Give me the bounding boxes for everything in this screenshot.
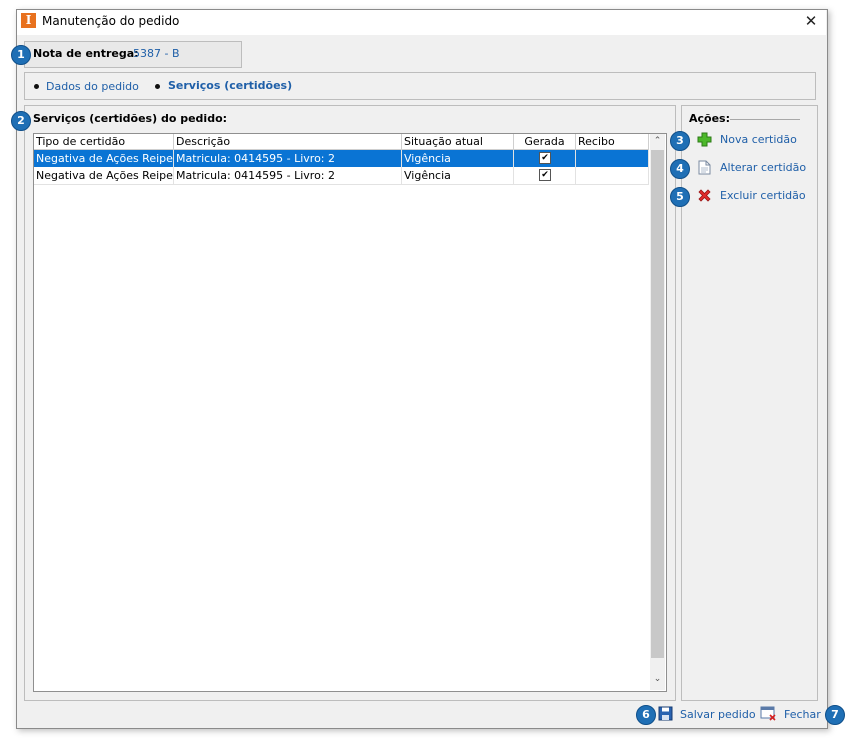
close-window-icon[interactable] (760, 706, 777, 721)
plus-icon[interactable] (697, 132, 712, 147)
excluir-certidao-link[interactable]: Excluir certidão (720, 189, 806, 202)
services-title: Serviços (certidões) do pedido: (33, 112, 228, 125)
save-disk-icon[interactable] (658, 706, 673, 721)
gerada-checkbox[interactable]: ✔ (539, 152, 551, 164)
badge-6: 6 (636, 705, 656, 725)
document-icon[interactable] (698, 160, 711, 175)
cell-situacao: Vigência (402, 167, 514, 184)
actions-title: Ações: (689, 112, 730, 125)
window-title: Manutenção do pedido (42, 14, 180, 28)
column-header-situacao[interactable]: Situação atual (402, 134, 514, 149)
column-header-tipo[interactable]: Tipo de certidão (34, 134, 174, 149)
services-grid[interactable] (33, 133, 667, 692)
alterar-certidao-link[interactable]: Alterar certidão (720, 161, 806, 174)
actions-divider (730, 119, 800, 120)
note-label: Nota de entrega: (33, 47, 139, 60)
table-row[interactable]: Negativa de Ações Reipersecutórias Matri… (34, 150, 649, 167)
delete-x-icon[interactable] (697, 188, 712, 203)
tab-bullet-icon (34, 84, 39, 89)
cell-descricao: Matricula: 0414595 - Livro: 2 (174, 167, 402, 184)
badge-1: 1 (11, 45, 31, 65)
column-header-gerada[interactable]: Gerada (514, 134, 576, 149)
table-row[interactable]: Negativa de Ações Reipersecutórias Matri… (34, 167, 649, 184)
nova-certidao-link[interactable]: Nova certidão (720, 133, 797, 146)
note-value: 5387 - B (133, 47, 180, 60)
column-header-descricao[interactable]: Descrição (174, 134, 402, 149)
badge-4: 4 (670, 159, 690, 179)
column-header-recibo[interactable]: Recibo (576, 134, 649, 149)
tab-bar (24, 72, 816, 100)
badge-5: 5 (670, 187, 690, 207)
cell-recibo (576, 167, 649, 184)
cell-descricao: Matricula: 0414595 - Livro: 2 (174, 150, 402, 167)
tab-servicos[interactable]: Serviços (certidões) (168, 79, 292, 92)
badge-2: 2 (11, 111, 31, 131)
scroll-up-icon[interactable]: ⌃ (650, 136, 665, 146)
gerada-checkbox[interactable]: ✔ (539, 169, 551, 181)
close-button[interactable]: Fechar (784, 708, 821, 721)
cell-gerada: ✔ (514, 167, 576, 184)
tab-bullet-icon (155, 84, 160, 89)
badge-7: 7 (825, 705, 845, 725)
scroll-down-icon[interactable]: ⌄ (650, 674, 665, 684)
row-divider (34, 184, 649, 185)
cell-tipo: Negativa de Ações Reipersecutórias (36, 167, 174, 184)
cell-gerada: ✔ (514, 150, 576, 167)
cell-tipo: Negativa de Ações Reipersecutórias (36, 150, 174, 167)
tab-dados-do-pedido[interactable]: Dados do pedido (46, 80, 139, 93)
app-icon: I (21, 13, 36, 28)
cell-recibo (576, 150, 649, 167)
scroll-thumb[interactable] (651, 150, 664, 658)
badge-3: 3 (670, 131, 690, 151)
save-button[interactable]: Salvar pedido (680, 708, 756, 721)
close-icon[interactable]: ✕ (800, 11, 822, 31)
cell-situacao: Vigência (402, 150, 514, 167)
